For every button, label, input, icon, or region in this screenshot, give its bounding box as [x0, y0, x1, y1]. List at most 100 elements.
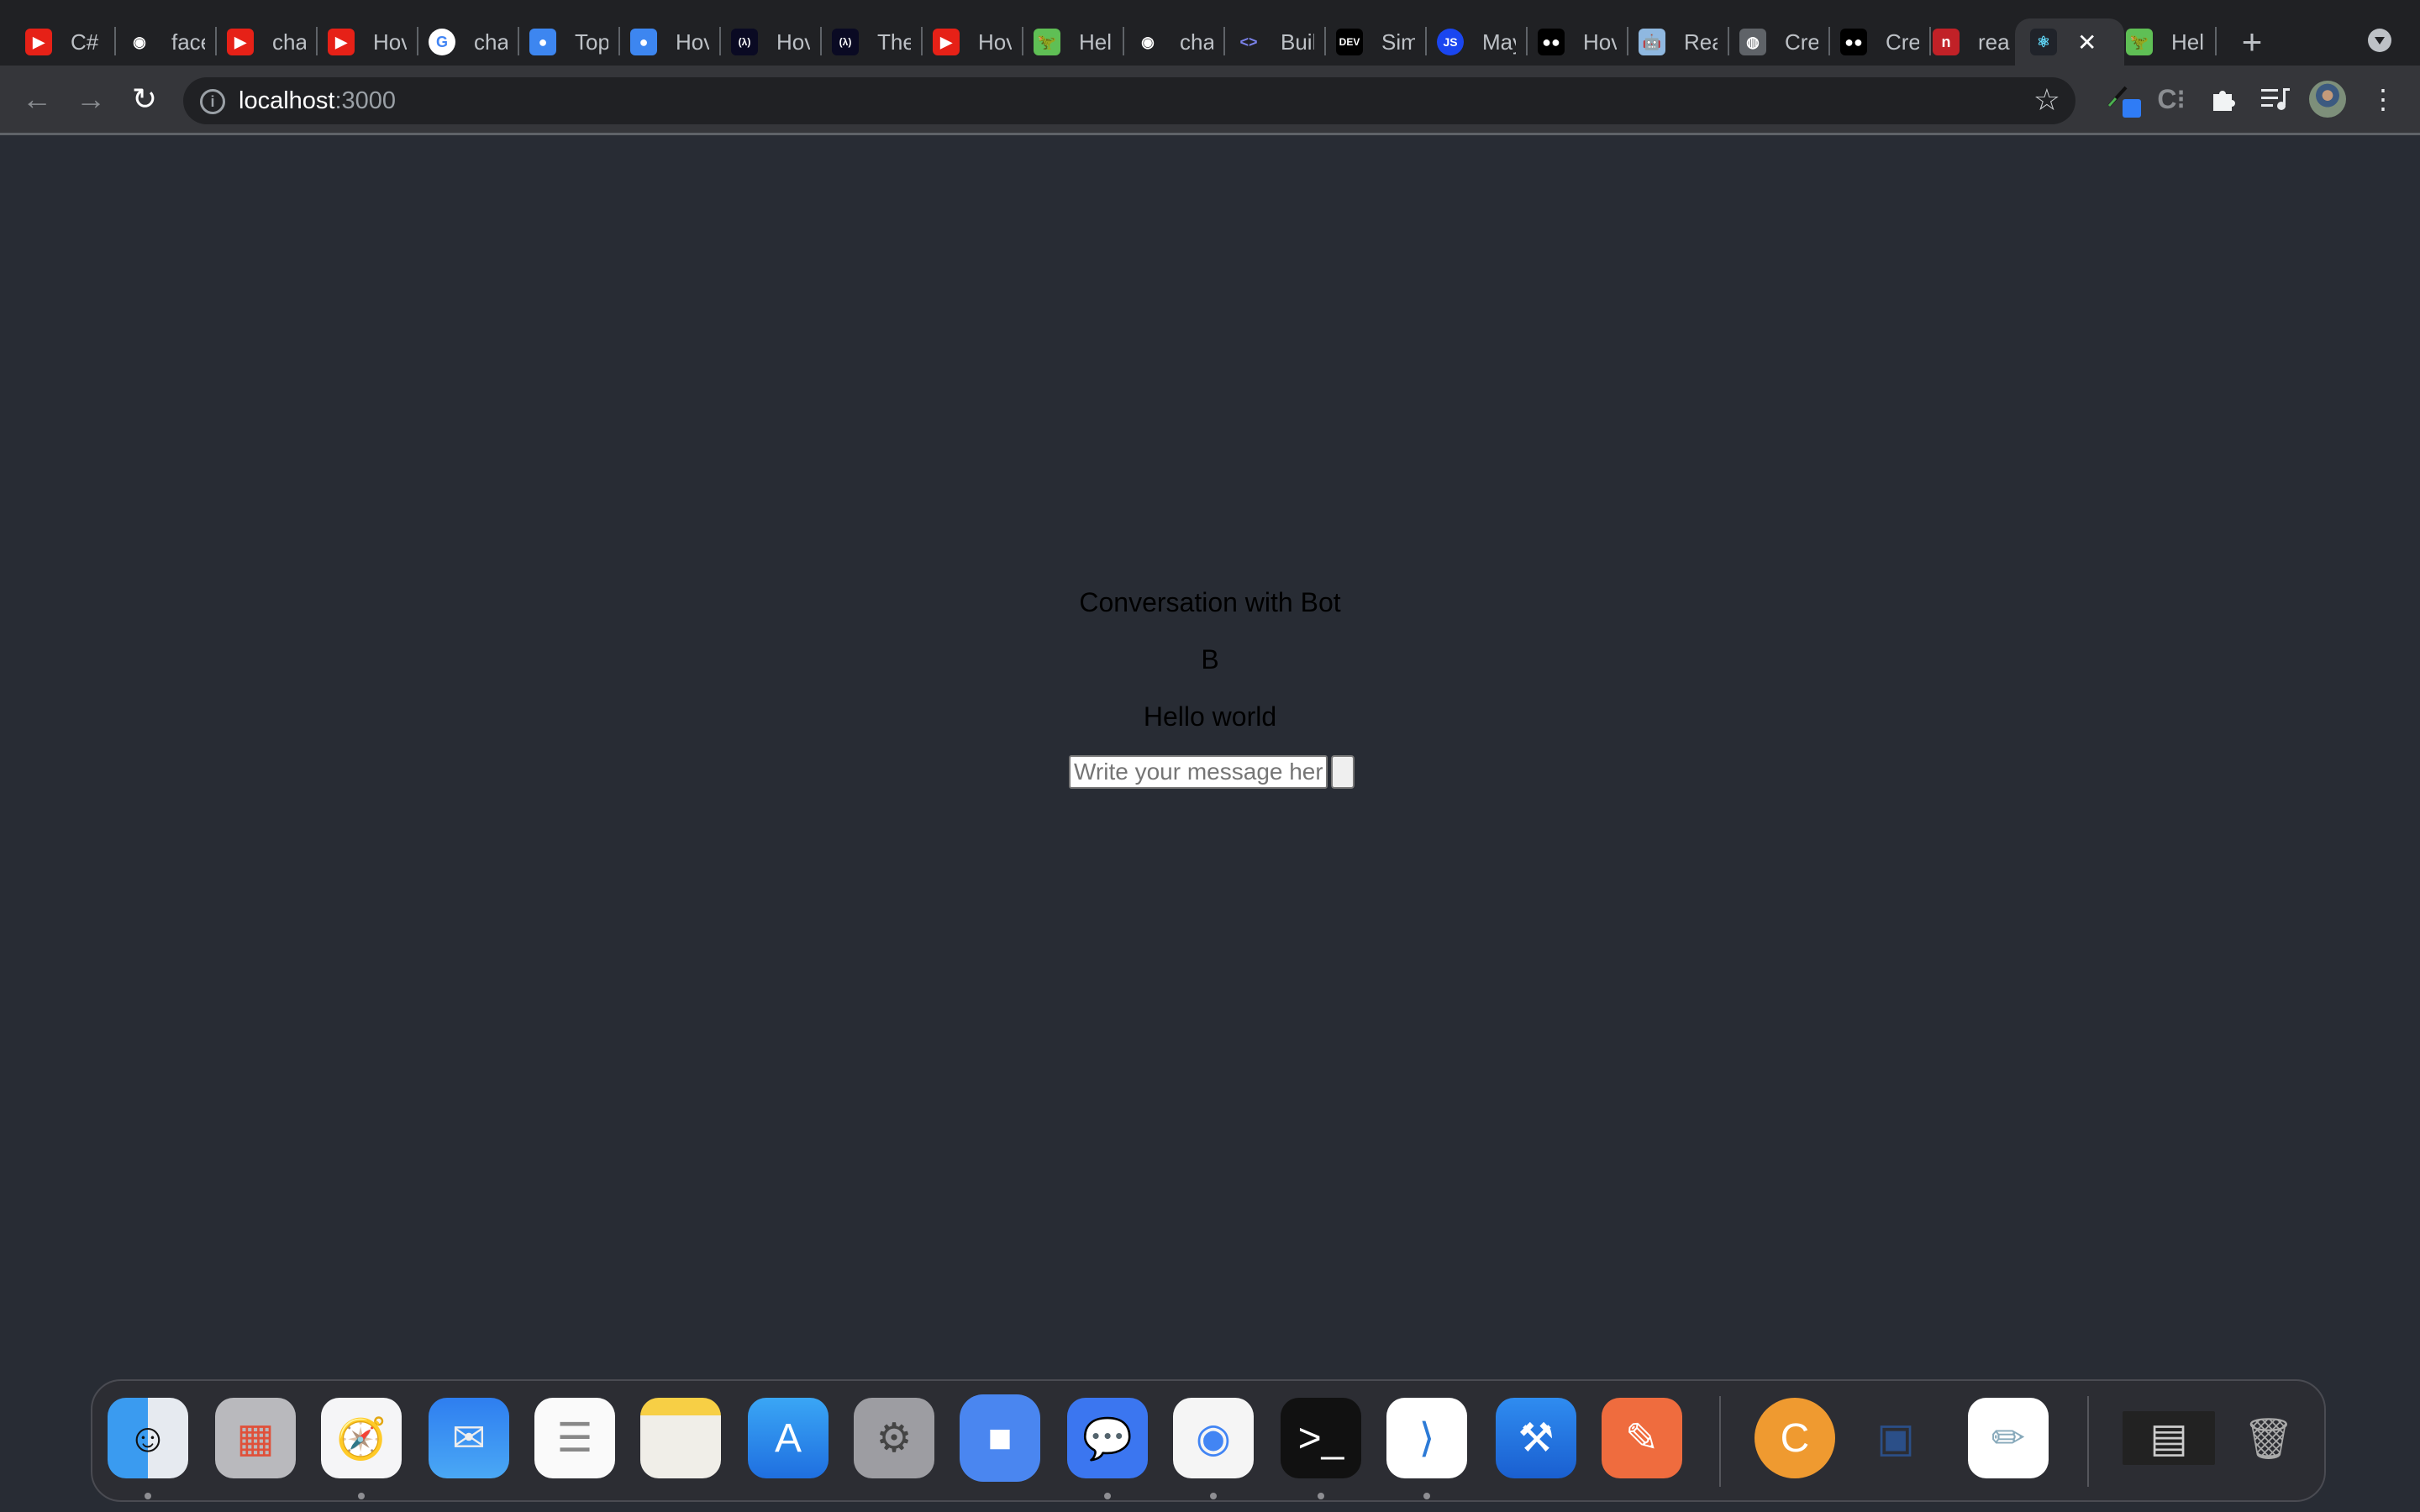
address-bar[interactable]: i localhost:3000 ☆ [183, 77, 2075, 124]
dock-app-coursera[interactable]: C [1754, 1398, 1835, 1478]
tab[interactable]: ●● Cre [1840, 24, 1931, 60]
c-extension-icon[interactable]: C⁝ [2153, 81, 2190, 118]
url-text[interactable]: localhost:3000 [239, 87, 396, 115]
site-info-icon[interactable]: i [200, 89, 225, 114]
js-icon: JS [1437, 29, 1464, 55]
youtube-icon: ▶ [25, 29, 52, 55]
dock-app-safari[interactable]: 🧭 [321, 1398, 402, 1478]
tab-title: Sim [1381, 29, 1415, 55]
dock-app-mail[interactable]: ✉ [429, 1398, 509, 1478]
reload-button[interactable]: ↻ [126, 81, 163, 118]
puzzle-extensions-icon[interactable] [2205, 81, 2242, 118]
tab[interactable]: ◉ cha [1134, 24, 1225, 60]
running-indicator [1210, 1493, 1217, 1499]
tab[interactable]: 🦖 Hell [1034, 24, 1124, 60]
message-text: Hello world [1143, 701, 1277, 732]
medium-icon: ●● [1840, 29, 1867, 55]
tab-title: Hov [978, 29, 1012, 55]
tab[interactable]: (λ) The [832, 24, 923, 60]
tab-separator [618, 27, 620, 55]
tab-separator [1123, 27, 1124, 55]
youtube-icon: ▶ [933, 29, 960, 55]
message-input[interactable] [1069, 755, 1328, 789]
tab[interactable]: 🦖 Hell [2126, 24, 2217, 60]
tab[interactable]: Gcha [429, 24, 519, 60]
running-indicator [1318, 1493, 1324, 1499]
tab-search-icon[interactable] [2368, 29, 2391, 52]
dock-app-terminal[interactable]: >_ [1281, 1398, 1361, 1478]
media-queue-icon[interactable] [2257, 81, 2294, 118]
message-form [1069, 755, 1355, 789]
tab[interactable]: ◍ Cre [1739, 24, 1830, 60]
tab[interactable]: ● Hov [630, 24, 721, 60]
medium-icon: ●● [1538, 29, 1565, 55]
chat-bubbles-icon: ● [630, 29, 657, 55]
dock-app-launchpad[interactable]: ▦ [215, 1398, 296, 1478]
tab[interactable]: n rea [1933, 24, 2012, 60]
profile-avatar[interactable] [2309, 81, 2346, 118]
tab-strip: ▶ C# ◉ face ▶ cha ▶ Hov Gcha ● Top ● Hov (λ) Hov (λ) The… [0, 0, 2420, 66]
tab[interactable]: <> Buil [1235, 24, 1326, 60]
forward-button[interactable]: → [72, 81, 109, 118]
dock-app-finder[interactable]: ☺ [108, 1398, 188, 1478]
tab[interactable]: JS May [1437, 24, 1528, 60]
tab[interactable]: DEV Sim [1336, 24, 1427, 60]
tab-title: Rea [1684, 29, 1718, 55]
tab-title: Hov [1583, 29, 1617, 55]
tab[interactable]: ▶ Hov [933, 24, 1023, 60]
tab[interactable]: ⚛ ✕ [2015, 18, 2124, 66]
freecodecamp-icon: (λ) [731, 29, 758, 55]
browser-toolbar: ← → ↻ i localhost:3000 ☆ C⁝ ⋮ [0, 66, 2420, 135]
tab[interactable]: ▶ Hov [328, 24, 418, 60]
github-icon: ◉ [126, 29, 153, 55]
dock-app-screenshot[interactable]: ▤ [2123, 1411, 2215, 1465]
dock-app-trash[interactable]: 🗑 [2228, 1398, 2309, 1478]
dock-app-notes[interactable] [640, 1398, 721, 1478]
tab[interactable]: ●● Hov [1538, 24, 1628, 60]
tab-title: The [877, 29, 911, 55]
tab-title: Top [575, 29, 608, 55]
tab-separator [1828, 27, 1830, 55]
bookmark-star-icon[interactable]: ☆ [2033, 82, 2060, 118]
tab-title: face [171, 29, 205, 55]
tab[interactable]: ◉ face [126, 24, 217, 60]
dock-app-postman[interactable]: ✎ [1602, 1398, 1682, 1478]
react-icon: ⚛ [2030, 29, 2057, 55]
dock-divider [2087, 1396, 2089, 1487]
tab[interactable]: ▶ cha [227, 24, 318, 60]
more-menu-icon[interactable]: ⋮ [2366, 81, 2400, 118]
dock-app-xcode[interactable]: ⚒ [1496, 1398, 1576, 1478]
dock-app-virtualbox[interactable]: ▣ [1855, 1398, 1936, 1478]
tab[interactable]: ● Top [529, 24, 620, 60]
tab[interactable]: 🤖 Rea [1639, 24, 1729, 60]
tab-title: cha [1180, 29, 1213, 55]
new-tab-button[interactable]: + [2235, 24, 2269, 60]
dock-app-zoom[interactable]: ■ [960, 1394, 1040, 1482]
tab-title: rea [1978, 29, 2010, 55]
tab-separator [215, 27, 217, 55]
freecodecamp-icon: (λ) [832, 29, 859, 55]
running-indicator [358, 1493, 365, 1499]
tab-title: cha [474, 29, 508, 55]
dock-app-app-store[interactable]: A [748, 1398, 829, 1478]
dock-app-signal[interactable]: 💬 [1067, 1398, 1148, 1478]
npm-icon: n [1933, 29, 1960, 55]
dock-app-google-chrome[interactable]: ◉ [1173, 1398, 1254, 1478]
tab[interactable]: ▶ C# [25, 24, 116, 60]
dev-icon: DEV [1336, 29, 1363, 55]
tab-separator [114, 27, 116, 55]
dock-app-reminders[interactable]: ☰ [534, 1398, 615, 1478]
close-tab-icon[interactable]: ✕ [2077, 29, 2096, 56]
eyedropper-icon[interactable] [2102, 81, 2143, 118]
tab[interactable]: (λ) Hov [731, 24, 822, 60]
tab-separator [1324, 27, 1326, 55]
chat-bubbles-icon: ● [529, 29, 556, 55]
dock-app-system-preferences[interactable]: ⚙ [854, 1398, 934, 1478]
dock-app-textedit[interactable]: ✏ [1968, 1398, 2049, 1478]
dock-app-visual-studio-code[interactable]: ⟩ [1386, 1398, 1467, 1478]
running-indicator [1423, 1493, 1430, 1499]
tab-title: May [1482, 29, 1516, 55]
tab-title: cha [272, 29, 306, 55]
back-button[interactable]: ← [18, 81, 55, 118]
send-button[interactable] [1331, 755, 1355, 789]
